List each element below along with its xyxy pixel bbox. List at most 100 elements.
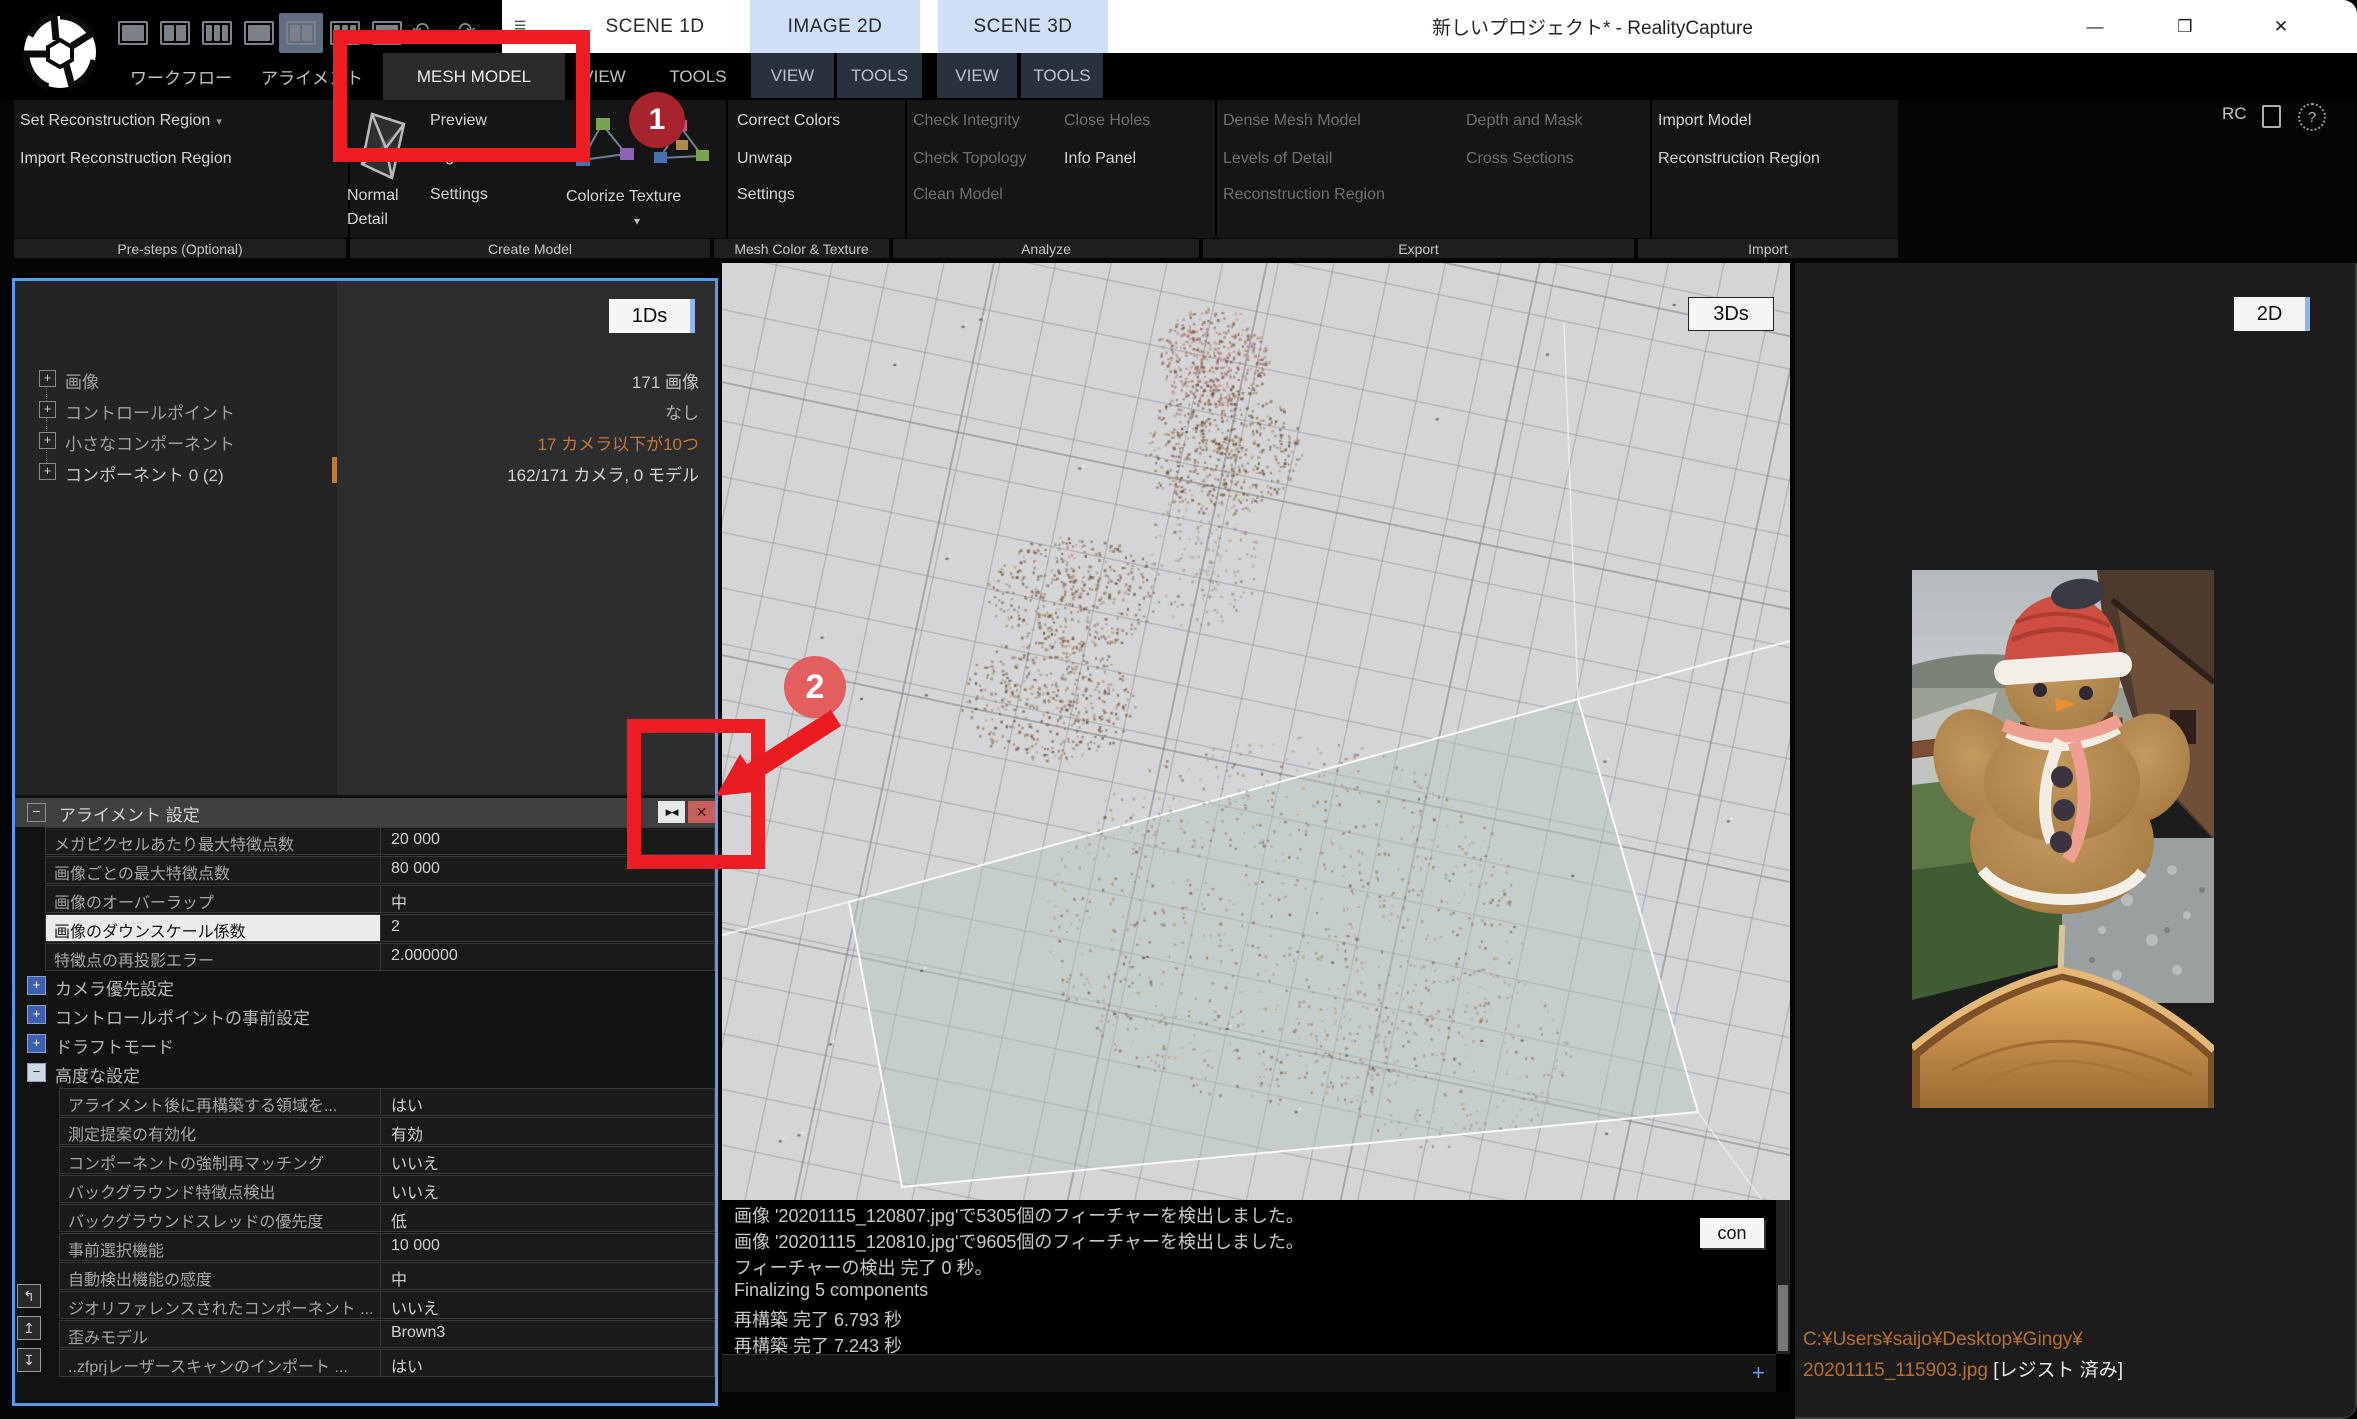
- close-holes-button[interactable]: Close Holes: [1064, 112, 1150, 130]
- settings-row-value[interactable]: 中: [381, 1262, 715, 1290]
- collapse-icon[interactable]: −: [27, 1063, 46, 1082]
- tree-row-components[interactable]: + コンポーネント 0 (2) 162/171 カメラ, 0 モデル: [15, 460, 715, 486]
- settings-group-collapsed[interactable]: +カメラ優先設定: [15, 972, 715, 1001]
- minimize-button[interactable]: —: [2072, 0, 2118, 53]
- info-panel-button[interactable]: Info Panel: [1064, 150, 1136, 168]
- create-settings-button[interactable]: Settings: [430, 186, 488, 204]
- close-button[interactable]: ✕: [2258, 0, 2304, 53]
- settings-row-value[interactable]: 80 000: [381, 856, 715, 884]
- photo-2d-view[interactable]: [1912, 570, 2214, 1108]
- layout-columns-icon[interactable]: [160, 21, 190, 45]
- settings-row[interactable]: 特徴点の再投影エラー2.000000: [15, 943, 715, 972]
- settings-group-collapsed[interactable]: +ドラフトモード: [15, 1030, 715, 1059]
- menu-icon[interactable]: ≡: [514, 14, 526, 38]
- layout-main-left-icon[interactable]: [286, 21, 316, 45]
- undo-icon[interactable]: ↶: [412, 18, 430, 43]
- settings-row[interactable]: 画像ごとの最大特徴点数80 000: [15, 856, 715, 885]
- settings-row-value[interactable]: 10 000: [381, 1233, 715, 1261]
- import-reconstruction-region-button-2[interactable]: Reconstruction Region: [1658, 150, 1820, 168]
- settings-row[interactable]: ジオリファレンスされたコンポーネント ...いいえ: [15, 1291, 715, 1320]
- view-badge-3ds[interactable]: 3Ds: [1688, 297, 1774, 331]
- tab-scene-1d[interactable]: SCENE 1D: [560, 0, 750, 53]
- import-settings-button[interactable]: ↧: [17, 1348, 41, 1372]
- dense-mesh-model-button[interactable]: Dense Mesh Model: [1223, 112, 1361, 130]
- preview-button[interactable]: Preview: [430, 112, 487, 130]
- console-badge[interactable]: con: [1700, 1218, 1764, 1248]
- layout-wide-icon[interactable]: [372, 21, 402, 45]
- layout-rows-icon[interactable]: [244, 21, 274, 45]
- settings-row-value[interactable]: 中: [381, 885, 715, 913]
- check-integrity-button[interactable]: Check Integrity: [913, 112, 1020, 130]
- settings-row-value[interactable]: Brown3: [381, 1320, 715, 1348]
- ribbon-tab-alignment[interactable]: アライメント: [258, 53, 366, 100]
- check-topology-button[interactable]: Check Topology: [913, 150, 1027, 168]
- expand-icon[interactable]: +: [39, 463, 56, 480]
- layout-grid-icon[interactable]: [330, 21, 360, 45]
- console-scrollbar-thumb[interactable]: [1778, 1285, 1788, 1351]
- tree-row-small-components[interactable]: + 小さなコンポーネント 17 カメラ以下が10つ: [15, 429, 715, 455]
- settings-row[interactable]: 画像のダウンスケール係数2: [15, 914, 715, 943]
- set-reconstruction-region-button[interactable]: Set Reconstruction Region▾: [20, 112, 222, 130]
- depth-and-mask-button[interactable]: Depth and Mask: [1466, 112, 1583, 130]
- settings-row-value[interactable]: はい: [381, 1088, 715, 1116]
- viewport-3d[interactable]: [722, 263, 1790, 1200]
- expand-icon[interactable]: +: [39, 370, 56, 387]
- expand-icon[interactable]: +: [27, 1005, 46, 1024]
- expand-icon[interactable]: +: [39, 432, 56, 449]
- settings-row[interactable]: 測定提案の有効化有効: [15, 1117, 715, 1146]
- expand-icon[interactable]: +: [27, 1034, 46, 1053]
- maximize-button[interactable]: ❒: [2162, 0, 2208, 53]
- unwrap-button[interactable]: Unwrap: [737, 150, 792, 168]
- console-input-row[interactable]: [722, 1354, 1776, 1392]
- redo-icon[interactable]: ↷: [458, 18, 476, 43]
- ribbon-tab-tools-1[interactable]: TOOLS: [660, 53, 736, 100]
- correct-colors-button[interactable]: Correct Colors: [737, 112, 840, 130]
- normal-detail-icon[interactable]: [352, 108, 418, 186]
- settings-row[interactable]: 歪みモデルBrown3: [15, 1320, 715, 1349]
- ribbon-tab-workflow[interactable]: ワークフロー: [125, 53, 237, 100]
- settings-row-value[interactable]: 2: [381, 914, 715, 942]
- settings-row[interactable]: 事前選択機能10 000: [15, 1233, 715, 1262]
- export-reconstruction-region-button[interactable]: Reconstruction Region: [1223, 186, 1385, 204]
- settings-row-value[interactable]: はい: [381, 1349, 715, 1377]
- clean-model-button[interactable]: Clean Model: [913, 186, 1003, 204]
- add-console-tab-icon[interactable]: +: [1752, 1360, 1765, 1386]
- help-icon[interactable]: ?: [2298, 103, 2326, 131]
- expand-icon[interactable]: +: [39, 401, 56, 418]
- history-back-button[interactable]: ↰: [17, 1284, 41, 1308]
- import-reconstruction-region-button[interactable]: Import Reconstruction Region: [20, 150, 232, 168]
- tab-scene-3d[interactable]: SCENE 3D: [938, 0, 1108, 53]
- settings-row[interactable]: メガピクセルあたり最大特徴点数20 000: [15, 827, 715, 856]
- console-panel[interactable]: 画像 '20201115_120807.jpg'で5305個のフィーチャーを検出…: [722, 1200, 1790, 1392]
- ribbon-tab-view-2[interactable]: VIEW: [751, 53, 834, 98]
- export-settings-button[interactable]: ↥: [17, 1316, 41, 1340]
- ribbon-tab-mesh-model[interactable]: MESH MODEL: [383, 53, 565, 100]
- layout-split-icon[interactable]: [202, 21, 232, 45]
- settings-row[interactable]: コンポーネントの強制再マッチングいいえ: [15, 1146, 715, 1175]
- settings-group-collapsed[interactable]: +コントロールポイントの事前設定: [15, 1001, 715, 1030]
- settings-row-value[interactable]: いいえ: [381, 1291, 715, 1319]
- collapse-icon[interactable]: −: [27, 803, 46, 822]
- settings-row[interactable]: ..zfprjレーザースキャンのインポート ...はい: [15, 1349, 715, 1378]
- settings-group-expanded[interactable]: −高度な設定: [15, 1059, 715, 1088]
- document-icon[interactable]: [2262, 105, 2281, 128]
- close-panel-icon[interactable]: ✕: [688, 801, 715, 823]
- expand-icon[interactable]: +: [27, 976, 46, 995]
- ribbon-tab-tools-2[interactable]: TOOLS: [837, 53, 922, 98]
- normal-detail-button[interactable]: Normal Detail: [347, 184, 423, 232]
- settings-row-value[interactable]: 2.000000: [381, 943, 715, 971]
- tab-image-2d[interactable]: IMAGE 2D: [750, 0, 920, 53]
- view-badge-2d[interactable]: 2D: [2234, 297, 2310, 331]
- settings-row[interactable]: 自動検出機能の感度中: [15, 1262, 715, 1291]
- colorize-texture-caret-icon[interactable]: ▾: [634, 214, 640, 228]
- colorize-texture-button[interactable]: Colorize Texture: [566, 188, 681, 206]
- settings-row[interactable]: 画像のオーバーラップ中: [15, 885, 715, 914]
- settings-row-value[interactable]: 20 000: [381, 827, 715, 855]
- realitycapture-logo-icon[interactable]: [20, 10, 100, 94]
- colorize-texture-icon[interactable]: [568, 110, 718, 182]
- high-detail-button[interactable]: High Detail: [430, 148, 508, 166]
- ribbon-tab-view-1[interactable]: VIEW: [572, 53, 636, 100]
- levels-of-detail-button[interactable]: Levels of Detail: [1223, 150, 1332, 168]
- settings-row-value[interactable]: 低: [381, 1204, 715, 1232]
- settings-row-value[interactable]: 有効: [381, 1117, 715, 1145]
